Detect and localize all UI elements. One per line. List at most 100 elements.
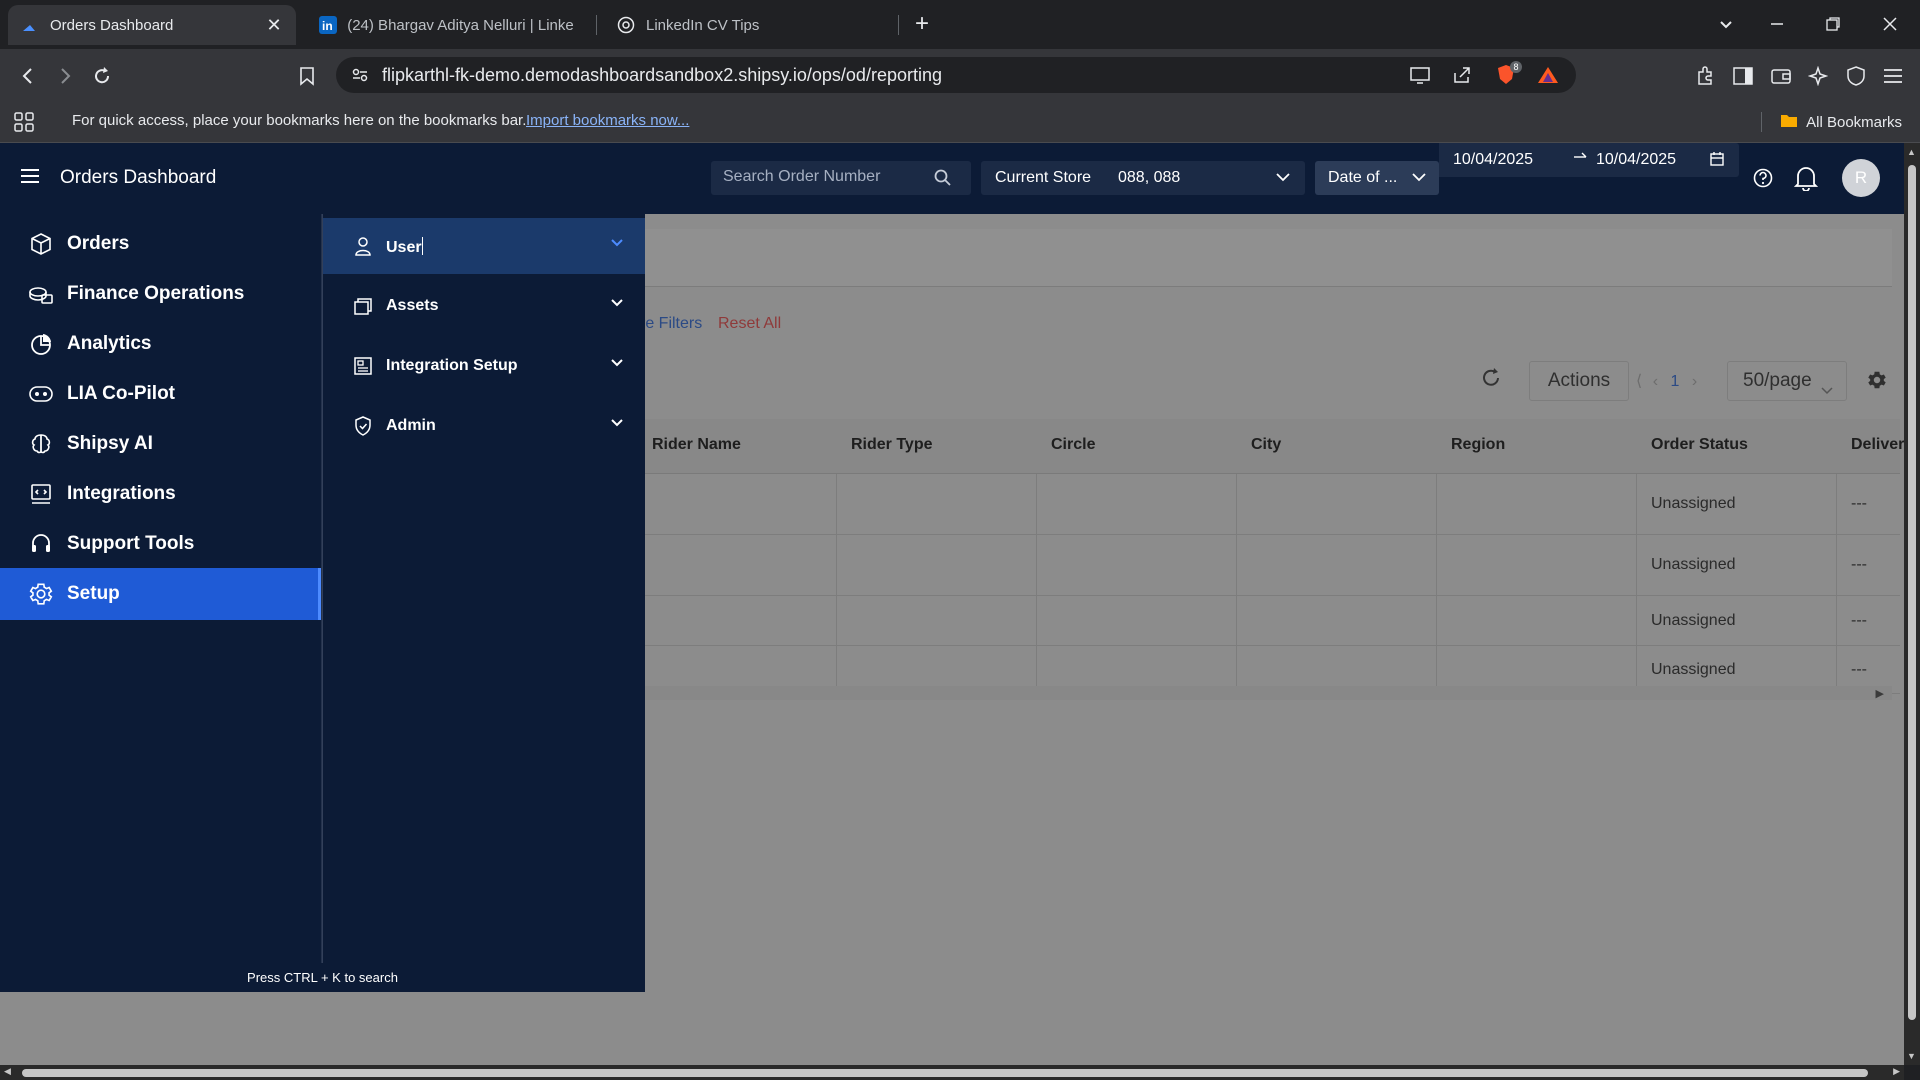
sidebar-item-lia-co-pilot[interactable]: LIA Co-Pilot [0, 368, 321, 420]
refresh-icon[interactable] [1480, 367, 1502, 394]
table-settings-gear-icon[interactable] [1866, 369, 1888, 396]
table-row[interactable]: Unassigned --- [640, 474, 1900, 535]
linkedin-favicon-icon: in [318, 15, 337, 35]
leo-ai-icon[interactable] [1803, 61, 1833, 91]
back-icon[interactable] [13, 61, 43, 91]
scrollbar-thumb[interactable] [1908, 165, 1916, 1020]
deliver-cell: --- [1851, 612, 1867, 629]
chevron-down-icon [609, 235, 625, 256]
extensions-icon[interactable] [1690, 61, 1720, 91]
table-header: Rider Name Rider Type Circle City Region… [640, 419, 1904, 474]
scroll-left-icon[interactable]: ◀ [4, 1066, 11, 1077]
submenu-item-assets[interactable]: Assets [322, 278, 645, 334]
deliver-cell: --- [1851, 495, 1867, 512]
sidebar: Orders Finance Operations Analytics LIA … [0, 214, 322, 992]
tab-title: (24) Bhargav Aditya Nelluri | LinkedI [347, 16, 574, 34]
browser-menu-icon[interactable] [1878, 61, 1908, 91]
date-range-picker[interactable]: 10/04/2025 10/04/2025 [1439, 143, 1739, 177]
reload-icon[interactable] [87, 61, 117, 91]
tab-linkedin-cv-tips[interactable]: LinkedIn CV Tips [604, 5, 884, 45]
chevron-down-icon [1411, 169, 1427, 190]
tab-search-chevron-icon[interactable] [1714, 12, 1738, 36]
current-page[interactable]: 1 [1670, 373, 1679, 390]
gear-icon [28, 581, 54, 607]
calendar-icon[interactable] [1709, 151, 1725, 172]
column-header[interactable]: Order Status [1651, 436, 1748, 454]
tab-close-icon[interactable]: ✕ [264, 15, 284, 35]
apps-grid-icon[interactable] [14, 112, 34, 136]
scroll-right-icon[interactable]: ▶ [1876, 687, 1884, 700]
tab-title: Orders Dashboard [50, 16, 174, 34]
close-window-icon[interactable] [1878, 12, 1902, 36]
table-row[interactable]: Unassigned --- [640, 596, 1900, 646]
date-to[interactable]: 10/04/2025 [1596, 151, 1676, 169]
address-bar[interactable]: flipkarthl-fk-demo.demodashboardsandbox2… [336, 57, 1576, 93]
date-type-select[interactable]: Date of ... [1315, 161, 1439, 195]
forward-icon[interactable] [50, 61, 80, 91]
share-icon[interactable] [1450, 63, 1474, 87]
submenu-item-integration-setup[interactable]: Integration Setup [322, 338, 645, 394]
scroll-right-icon[interactable]: ▶ [1893, 1066, 1900, 1077]
setup-submenu: User Assets Integration Setup Admin [322, 214, 645, 992]
prev-page-icon[interactable]: ‹ [1653, 373, 1658, 390]
page-size-select[interactable]: 50/page [1727, 361, 1847, 401]
all-bookmarks-button[interactable]: All Bookmarks [1761, 112, 1902, 132]
restore-icon[interactable] [1821, 12, 1845, 36]
reset-all-link[interactable]: Reset All [718, 315, 781, 333]
page-vertical-scrollbar[interactable]: ▲ ▼ [1904, 143, 1920, 1065]
search-icon[interactable] [934, 169, 951, 191]
table-horizontal-scrollbar[interactable]: ▶ [640, 686, 1892, 700]
current-store-select[interactable]: Current Store 088, 088 [981, 161, 1305, 195]
tab-orders-dashboard[interactable]: Orders Dashboard ✕ [8, 5, 296, 45]
column-header[interactable]: Circle [1051, 436, 1095, 454]
column-header[interactable]: Rider Name [652, 436, 741, 454]
wallet-icon[interactable] [1766, 61, 1796, 91]
vpn-shield-icon[interactable] [1841, 61, 1871, 91]
submenu-item-user[interactable]: User [322, 218, 645, 274]
notification-bell-icon[interactable] [1793, 165, 1819, 196]
sidebar-toggle-icon[interactable] [1728, 61, 1758, 91]
scroll-up-icon[interactable]: ▲ [1907, 147, 1916, 157]
avatar[interactable]: R [1842, 159, 1880, 197]
column-header[interactable]: Region [1451, 436, 1505, 454]
order-search-input[interactable] [723, 168, 923, 186]
sidebar-item-finance-operations[interactable]: Finance Operations [0, 268, 321, 320]
current-store-value: 088, 088 [1118, 169, 1181, 186]
deliver-cell: --- [1851, 661, 1867, 678]
site-settings-icon[interactable] [348, 63, 372, 87]
sidebar-item-setup[interactable]: Setup [0, 568, 321, 620]
table-row[interactable]: Unassigned --- [640, 535, 1900, 596]
cast-icon[interactable] [1408, 63, 1432, 87]
column-header[interactable]: Rider Type [851, 436, 933, 454]
sidebar-item-integrations[interactable]: Integrations [0, 468, 321, 520]
date-type-value: Date of ... [1328, 169, 1398, 186]
new-tab-icon[interactable]: + [910, 10, 934, 37]
column-header[interactable]: City [1251, 436, 1281, 454]
scroll-down-icon[interactable]: ▼ [1907, 1051, 1916, 1061]
help-icon[interactable] [1752, 167, 1774, 194]
tab-linkedin-profile[interactable]: in (24) Bhargav Aditya Nelluri | LinkedI [306, 5, 586, 45]
tab-title: LinkedIn CV Tips [646, 16, 760, 34]
brave-rewards-icon[interactable] [1536, 63, 1560, 87]
submenu-item-admin[interactable]: Admin [322, 398, 645, 454]
scrollbar-thumb[interactable] [22, 1069, 1868, 1077]
more-filters-link[interactable]: re Filters [640, 315, 702, 333]
pie-chart-icon [28, 331, 54, 357]
column-header[interactable]: Deliver [1851, 436, 1904, 454]
hamburger-menu-icon[interactable] [20, 167, 40, 190]
bookmark-icon[interactable] [292, 61, 322, 91]
minimize-icon[interactable] [1765, 12, 1789, 36]
sidebar-item-shipsy-ai[interactable]: Shipsy AI [0, 418, 321, 470]
first-page-icon[interactable]: ⟨ [1636, 373, 1642, 390]
page-horizontal-scrollbar[interactable]: ◀ ▶ [0, 1065, 1904, 1080]
all-bookmarks-label: All Bookmarks [1806, 113, 1902, 131]
sidebar-item-analytics[interactable]: Analytics [0, 318, 321, 370]
sidebar-item-orders[interactable]: Orders [0, 218, 321, 270]
shields-count-badge: 8 [1510, 61, 1522, 73]
brain-icon [28, 431, 54, 457]
next-page-icon[interactable]: › [1692, 373, 1697, 390]
actions-button[interactable]: Actions [1529, 361, 1629, 401]
sidebar-item-support-tools[interactable]: Support Tools [0, 518, 321, 570]
import-bookmarks-link[interactable]: Import bookmarks now... [526, 112, 689, 129]
date-from[interactable]: 10/04/2025 [1453, 151, 1533, 169]
